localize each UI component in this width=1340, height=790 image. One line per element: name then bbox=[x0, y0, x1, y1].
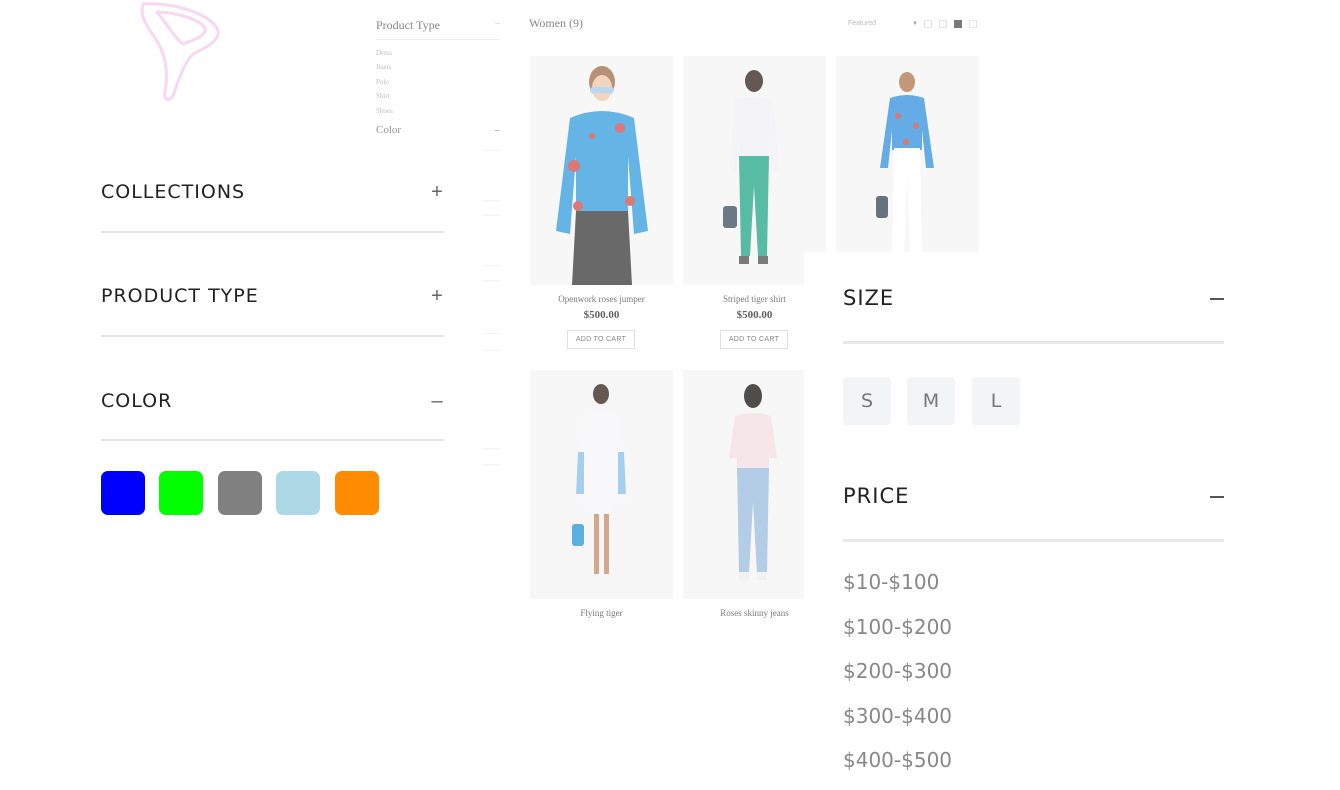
product-type-option[interactable]: Shoes bbox=[376, 104, 500, 118]
product-type-option[interactable]: Polo bbox=[376, 75, 500, 89]
product-image[interactable] bbox=[530, 56, 673, 285]
section-title: COLOR bbox=[101, 390, 173, 412]
model-photo bbox=[683, 56, 826, 285]
minus-icon[interactable] bbox=[1210, 298, 1224, 300]
product-image[interactable] bbox=[836, 56, 979, 252]
minus-icon[interactable]: – bbox=[430, 390, 444, 413]
size-option-l[interactable]: L bbox=[972, 377, 1020, 425]
product-type-option[interactable]: Dress bbox=[376, 46, 500, 60]
filter-product-type-header[interactable]: Product Type – bbox=[376, 14, 500, 40]
product-image[interactable] bbox=[683, 56, 826, 285]
sort-select[interactable]: Featured ▼ bbox=[848, 20, 918, 27]
divider bbox=[483, 333, 500, 334]
divider bbox=[101, 335, 444, 337]
model-photo bbox=[530, 56, 673, 285]
product-type-option[interactable]: Jeans bbox=[376, 60, 500, 74]
view-list-icon[interactable] bbox=[969, 20, 977, 28]
product-type-option[interactable]: Shirt bbox=[376, 89, 500, 103]
view-1col-icon[interactable] bbox=[924, 20, 932, 28]
plus-icon[interactable]: + bbox=[430, 285, 444, 308]
divider bbox=[483, 464, 500, 465]
divider bbox=[101, 231, 444, 233]
section-title-price[interactable]: PRICE bbox=[843, 484, 909, 508]
filter-collections[interactable]: COLLECTIONS + bbox=[101, 175, 444, 209]
filter-color-title: Color bbox=[376, 123, 402, 136]
model-photo bbox=[530, 370, 673, 599]
divider bbox=[483, 448, 500, 449]
color-swatch-lightblue[interactable] bbox=[276, 471, 320, 515]
divider bbox=[843, 539, 1224, 542]
divider bbox=[483, 350, 500, 351]
product-type-list: Dress Jeans Polo Shirt Shoes bbox=[376, 40, 500, 118]
product-image[interactable] bbox=[683, 370, 804, 599]
model-photo bbox=[683, 370, 804, 599]
price-option[interactable]: $10-$100 bbox=[843, 570, 939, 594]
color-swatch-green[interactable] bbox=[159, 471, 203, 515]
add-to-cart-button[interactable]: ADD TO CART bbox=[720, 330, 788, 349]
view-2col-icon[interactable] bbox=[939, 20, 947, 28]
section-title: PRODUCT TYPE bbox=[101, 285, 259, 307]
color-swatch-blue[interactable] bbox=[101, 471, 145, 515]
price-option[interactable]: $400-$500 bbox=[843, 748, 952, 772]
page-title: Women (9) bbox=[529, 16, 584, 30]
filter-product-type-title: Product Type bbox=[376, 18, 440, 32]
grid-view-switcher bbox=[924, 20, 977, 28]
sidebar-filters: Product Type – Dress Jeans Polo Shirt Sh… bbox=[376, 14, 500, 136]
model-photo bbox=[836, 56, 979, 252]
divider bbox=[483, 265, 500, 266]
divider bbox=[483, 215, 500, 216]
color-swatch-orange[interactable] bbox=[335, 471, 379, 515]
price-option[interactable]: $300-$400 bbox=[843, 704, 952, 728]
brand-logo bbox=[140, 2, 220, 101]
product-name[interactable]: Openwork roses jumper bbox=[530, 294, 673, 304]
divider bbox=[483, 150, 500, 151]
plus-icon[interactable]: + bbox=[430, 181, 444, 204]
collapse-icon[interactable]: – bbox=[495, 18, 500, 33]
section-title: COLLECTIONS bbox=[101, 181, 246, 203]
filter-product-type[interactable]: PRODUCT TYPE + bbox=[101, 279, 444, 313]
product-price: $500.00 bbox=[583, 309, 620, 321]
color-swatch-gray[interactable] bbox=[218, 471, 262, 515]
price-option[interactable]: $100-$200 bbox=[843, 615, 952, 639]
sort-value: Featured bbox=[848, 20, 877, 27]
divider bbox=[483, 200, 500, 201]
section-title-size[interactable]: SIZE bbox=[843, 286, 894, 310]
size-option-s[interactable]: S bbox=[843, 377, 891, 425]
divider bbox=[101, 439, 444, 441]
filter-color-header[interactable]: Color – bbox=[376, 124, 500, 136]
minus-icon[interactable] bbox=[1210, 496, 1224, 498]
divider bbox=[483, 280, 500, 281]
size-option-m[interactable]: M bbox=[907, 377, 955, 425]
view-3col-icon[interactable] bbox=[954, 20, 962, 28]
collapse-icon[interactable]: – bbox=[495, 124, 501, 136]
divider bbox=[843, 341, 1224, 344]
price-option[interactable]: $200-$300 bbox=[843, 659, 952, 683]
product-image[interactable] bbox=[530, 370, 673, 599]
product-name[interactable]: Flying tiger bbox=[530, 608, 673, 618]
add-to-cart-button[interactable]: ADD TO CART bbox=[567, 330, 635, 349]
chevron-down-icon: ▼ bbox=[912, 20, 918, 27]
filter-color[interactable]: COLOR – bbox=[101, 384, 444, 418]
